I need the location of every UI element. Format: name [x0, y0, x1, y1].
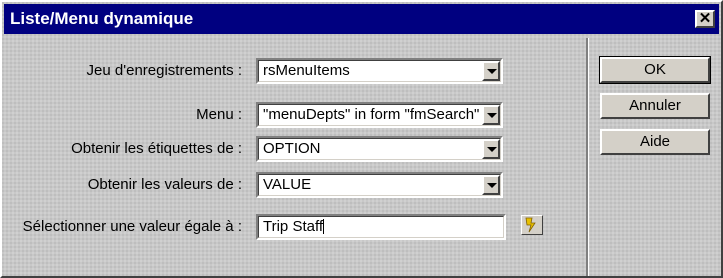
chevron-down-icon[interactable]	[482, 105, 500, 125]
labels-from-label: Obtenir les étiquettes de :	[71, 140, 242, 157]
menu-value: "menuDepts" in form "fmSearch"	[263, 106, 480, 123]
window-title: Liste/Menu dynamique	[10, 9, 194, 28]
select-value-text: Trip Staff	[263, 218, 324, 235]
title-bar: Liste/Menu dynamique ✕	[4, 4, 719, 34]
help-button[interactable]: Aide	[600, 129, 710, 155]
lightning-bolt-icon	[525, 217, 536, 233]
values-from-label: Obtenir les valeurs de :	[87, 176, 242, 193]
ok-button[interactable]: OK	[599, 56, 711, 84]
cancel-button[interactable]: Annuler	[600, 93, 710, 119]
recordset-label: Jeu d'enregistrements :	[86, 62, 242, 79]
recordset-select[interactable]: rsMenuItems	[256, 58, 503, 84]
dialog-window: Liste/Menu dynamique ✕ Jeu d'enregistrem…	[0, 0, 723, 278]
labels-from-select[interactable]: OPTION	[256, 136, 503, 162]
close-icon: ✕	[698, 10, 712, 27]
values-from-value: VALUE	[263, 176, 312, 193]
select-value-label: Sélectionner une valeur égale à :	[22, 218, 242, 235]
recordset-value: rsMenuItems	[263, 62, 350, 79]
chevron-down-icon[interactable]	[482, 175, 500, 195]
close-button[interactable]: ✕	[695, 10, 715, 28]
values-from-select[interactable]: VALUE	[256, 172, 503, 198]
chevron-down-icon[interactable]	[482, 139, 500, 159]
menu-select[interactable]: "menuDepts" in form "fmSearch"	[256, 102, 503, 128]
dynamic-data-button[interactable]	[521, 215, 543, 235]
menu-label: Menu :	[196, 106, 242, 123]
select-value-input[interactable]: Trip Staff	[256, 214, 506, 240]
labels-from-value: OPTION	[263, 140, 321, 157]
divider	[586, 38, 589, 276]
chevron-down-icon[interactable]	[482, 61, 500, 81]
